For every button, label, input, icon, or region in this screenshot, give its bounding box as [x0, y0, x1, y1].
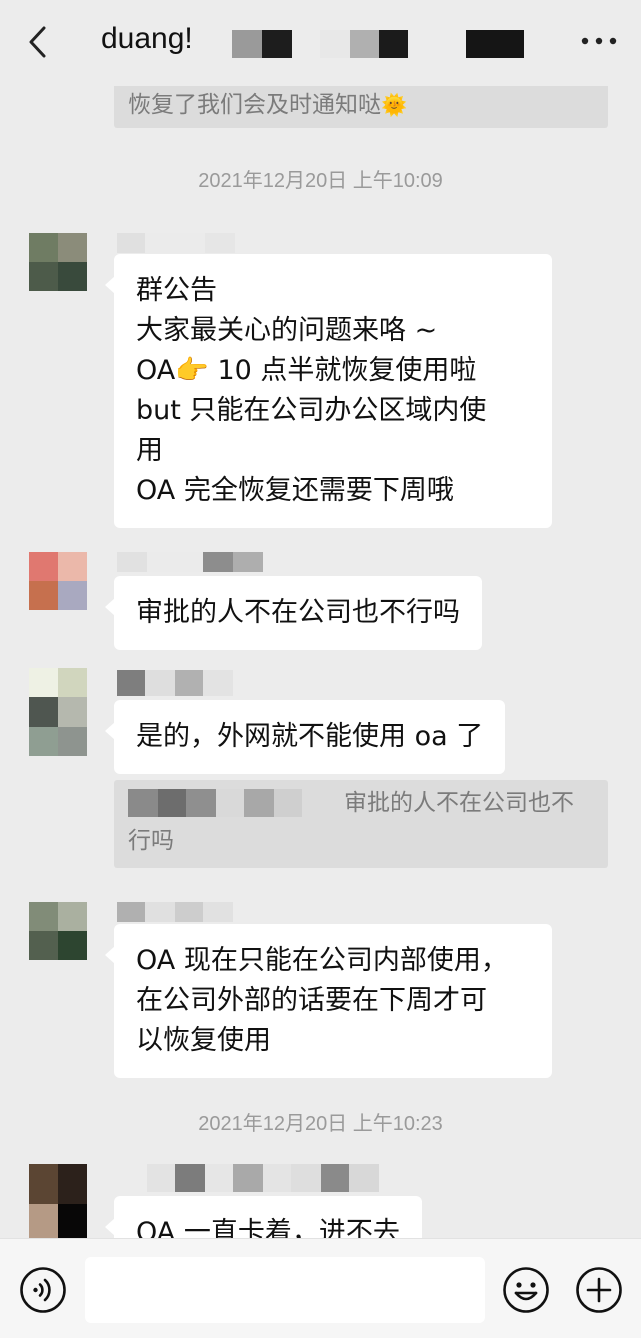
- blurred-name-block: [320, 30, 350, 58]
- message-line: 用: [136, 435, 163, 466]
- message-bubble[interactable]: 是的，外网就不能使用 oa 了: [104, 700, 506, 774]
- message-line: 在公司外部的话要在下周才可: [136, 985, 487, 1016]
- quote-text: 行吗: [128, 828, 174, 854]
- timestamp: 2021年12月20日 上午10:09: [198, 170, 443, 192]
- message-line: OA 完全恢复还需要下周哦: [136, 475, 454, 506]
- voice-icon: [20, 1267, 66, 1313]
- message-line: 以恢复使用: [136, 1025, 271, 1056]
- chat-title: duang!: [101, 22, 193, 55]
- sun-emoji: 🌞: [381, 93, 408, 117]
- chat-header: duang!: [0, 0, 641, 86]
- more-button[interactable]: [579, 26, 619, 56]
- timestamp: 2021年12月20日 上午10:23: [198, 1113, 443, 1135]
- sender-name-blurred: [117, 233, 235, 253]
- avatar[interactable]: [29, 668, 87, 756]
- avatar[interactable]: [29, 902, 87, 960]
- message-line: OA 一直卡着，进不去: [136, 1217, 400, 1238]
- blurred-name-block: [466, 30, 524, 58]
- back-button[interactable]: [22, 24, 52, 60]
- sender-name-blurred: [117, 1164, 379, 1192]
- message-line: 审批的人不在公司也不行吗: [136, 597, 460, 628]
- message-bubble[interactable]: OA 一直卡着，进不去: [105, 1196, 422, 1238]
- message-bubble[interactable]: 群公告 大家最关心的问题来咯 ~ OA👉 10 点半就恢复使用啦 but 只能在…: [105, 254, 552, 528]
- quoted-message[interactable]: 恢复了我们会及时通知哒🌞: [114, 86, 608, 128]
- blurred-name-block: [350, 30, 408, 58]
- message-line: OA👉 10 点半就恢复使用啦: [136, 355, 477, 386]
- more-dots-icon: [581, 37, 617, 45]
- sender-name-blurred: [117, 670, 233, 696]
- message-line: 大家最关心的问题来咯 ~: [136, 315, 438, 346]
- message-bubble[interactable]: 审批的人不在公司也不行吗: [105, 576, 482, 650]
- message-line: but 只能在公司办公区域内使: [136, 395, 487, 426]
- sender-name-blurred: [117, 552, 263, 572]
- sender-name-blurred: [117, 902, 233, 922]
- voice-button[interactable]: [19, 1266, 67, 1314]
- quoted-reply[interactable]: 审批的人不在公司也不 行吗: [114, 780, 608, 868]
- quote-text: 审批的人不在公司也不: [344, 790, 574, 816]
- input-bar: [0, 1238, 641, 1338]
- message-line: 群公告: [136, 275, 217, 306]
- chevron-left-icon: [29, 26, 46, 58]
- message-input[interactable]: [85, 1257, 485, 1323]
- plus-icon: [576, 1267, 622, 1313]
- message-list[interactable]: 恢复了我们会及时通知哒🌞 2021年12月20日 上午10:09 群公告 大家最…: [0, 86, 641, 1238]
- blurred-name-block: [232, 30, 292, 58]
- quote-text: 恢复了我们会及时通知哒: [128, 92, 381, 118]
- quoted-sender-blurred: [128, 789, 302, 817]
- more-actions-button[interactable]: [575, 1266, 623, 1314]
- emoji-button[interactable]: [502, 1266, 550, 1314]
- message-bubble[interactable]: OA 现在只能在公司内部使用， 在公司外部的话要在下周才可 以恢复使用: [105, 924, 552, 1078]
- message-line: OA 现在只能在公司内部使用，: [136, 945, 508, 976]
- emoji-icon: [503, 1267, 549, 1313]
- avatar[interactable]: [29, 1164, 87, 1238]
- avatar[interactable]: [29, 233, 87, 291]
- message-line: 是的，外网就不能使用 oa 了: [136, 721, 484, 752]
- avatar[interactable]: [29, 552, 87, 610]
